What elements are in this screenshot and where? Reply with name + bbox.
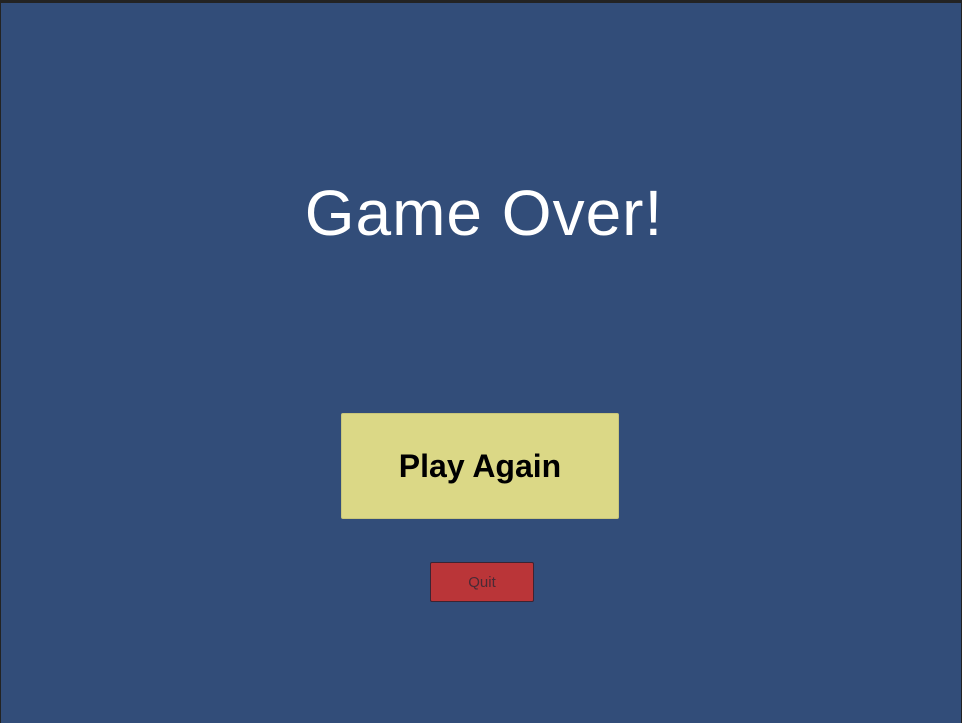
game-over-title: Game Over!: [304, 177, 664, 249]
game-over-screen: Game Over! Play Again Quit: [1, 3, 961, 723]
quit-label: Quit: [468, 573, 496, 591]
quit-button[interactable]: Quit: [430, 562, 534, 602]
play-again-button[interactable]: Play Again: [341, 413, 619, 519]
play-again-label: Play Again: [398, 447, 562, 484]
